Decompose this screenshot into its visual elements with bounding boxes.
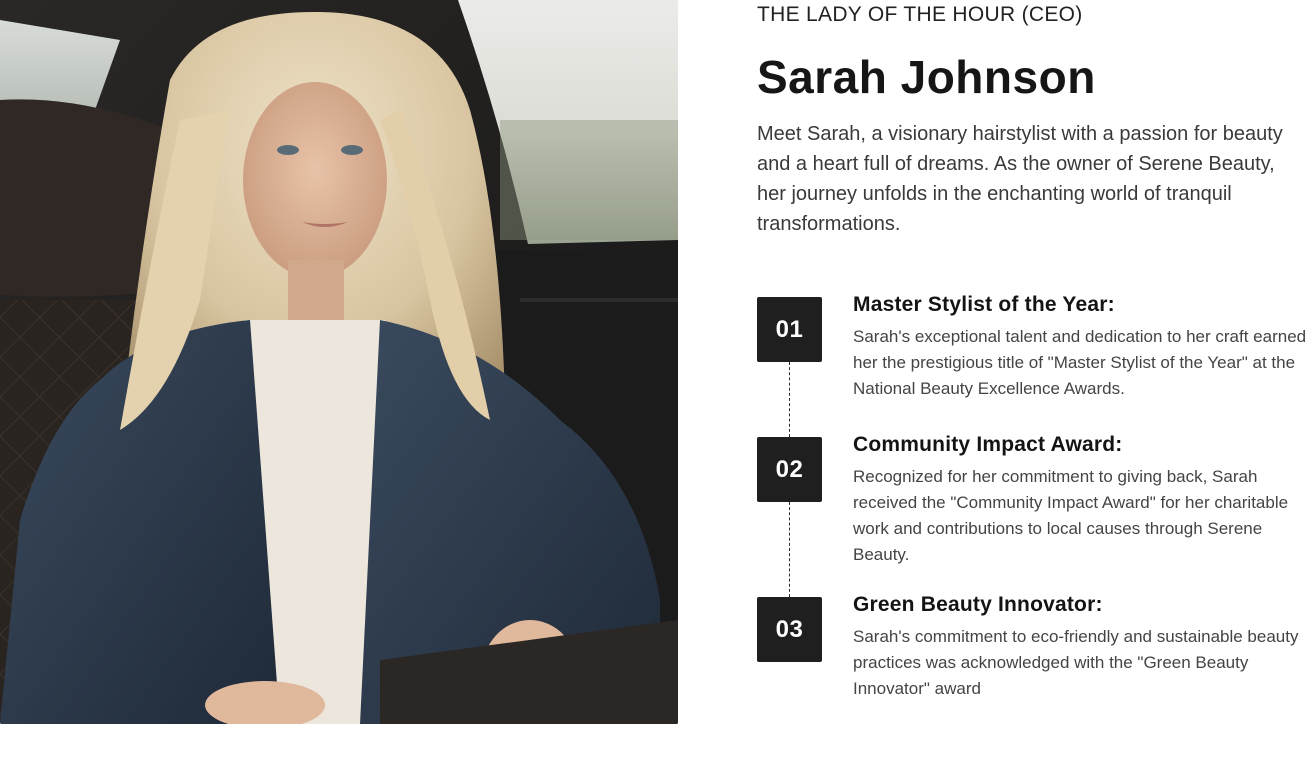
timeline-connector: [789, 362, 790, 437]
role-eyebrow: THE LADY OF THE HOUR (CEO): [757, 3, 1083, 26]
award-number-badge: 03: [757, 597, 822, 662]
ceo-portrait-photo: [0, 0, 678, 724]
award-title: Master Stylist of the Year:: [853, 293, 1115, 316]
award-description: Sarah's commitment to eco-friendly and s…: [853, 627, 1299, 698]
award-number-badge: 01: [757, 297, 822, 362]
timeline-connector: [789, 502, 790, 597]
portrait-illustration: [0, 0, 678, 724]
ceo-name-heading: Sarah Johnson: [757, 51, 1096, 103]
award-number-badge: 02: [757, 437, 822, 502]
award-title: Community Impact Award:: [853, 433, 1123, 456]
intro-paragraph: Meet Sarah, a visionary hairstylist with…: [757, 123, 1283, 235]
award-description: Sarah's exceptional talent and dedicatio…: [853, 327, 1307, 398]
award-title: Green Beauty Innovator:: [853, 593, 1103, 616]
award-description: Recognized for her commitment to giving …: [853, 467, 1289, 564]
